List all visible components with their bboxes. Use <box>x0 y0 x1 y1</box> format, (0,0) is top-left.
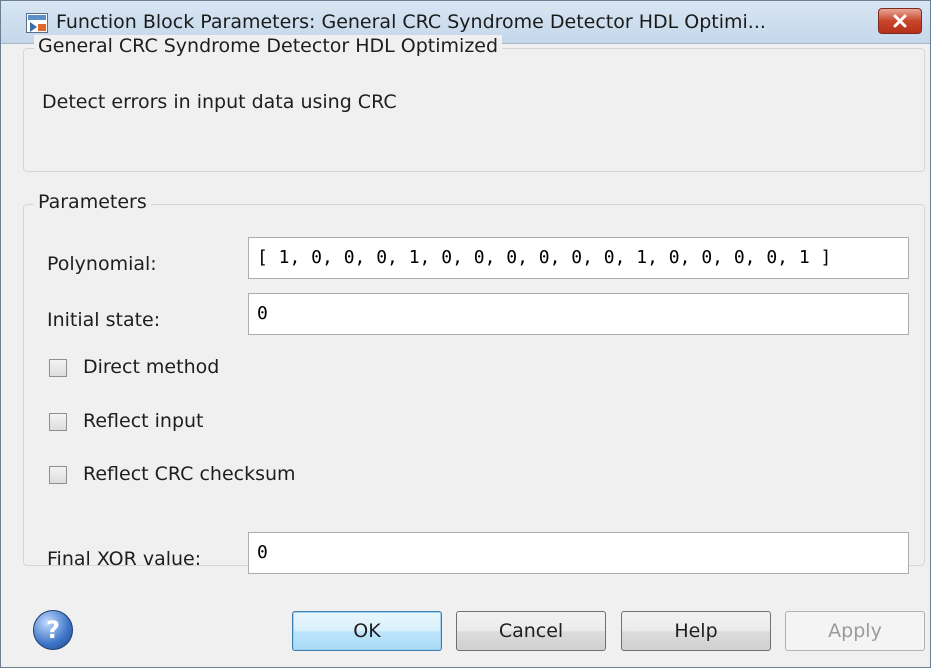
ok-button[interactable]: OK <box>292 611 442 651</box>
description-group: General CRC Syndrome Detector HDL Optimi… <box>23 35 925 172</box>
polynomial-input[interactable]: [ 1, 0, 0, 0, 1, 0, 0, 0, 0, 0, 0, 1, 0,… <box>248 237 909 279</box>
initial-state-label: Initial state: <box>47 309 161 331</box>
reflect-crc-checkbox[interactable] <box>49 466 67 484</box>
cancel-button[interactable]: Cancel <box>456 611 606 651</box>
block-description: Detect errors in input data using CRC <box>42 91 397 113</box>
parameters-legend: Parameters <box>34 191 151 213</box>
final-xor-label: Final XOR value: <box>47 548 202 570</box>
help-button[interactable]: Help <box>621 611 771 651</box>
initial-state-input[interactable]: 0 <box>248 293 909 335</box>
close-button[interactable] <box>878 8 922 34</box>
direct-method-label[interactable]: Direct method <box>83 356 219 378</box>
direct-method-checkbox[interactable] <box>49 359 67 377</box>
window-title: Function Block Parameters: General CRC S… <box>56 11 766 33</box>
help-icon[interactable]: ? <box>33 610 73 650</box>
apply-button[interactable]: Apply <box>785 611 925 651</box>
dialog-window: Function Block Parameters: General CRC S… <box>0 0 931 668</box>
reflect-input-checkbox[interactable] <box>49 413 67 431</box>
reflect-input-label[interactable]: Reflect input <box>83 410 204 432</box>
block-name-legend: General CRC Syndrome Detector HDL Optimi… <box>34 35 503 57</box>
simulink-block-icon <box>26 13 48 33</box>
polynomial-label: Polynomial: <box>47 253 157 275</box>
reflect-crc-label[interactable]: Reflect CRC checksum <box>83 463 296 485</box>
final-xor-input[interactable]: 0 <box>248 532 909 574</box>
